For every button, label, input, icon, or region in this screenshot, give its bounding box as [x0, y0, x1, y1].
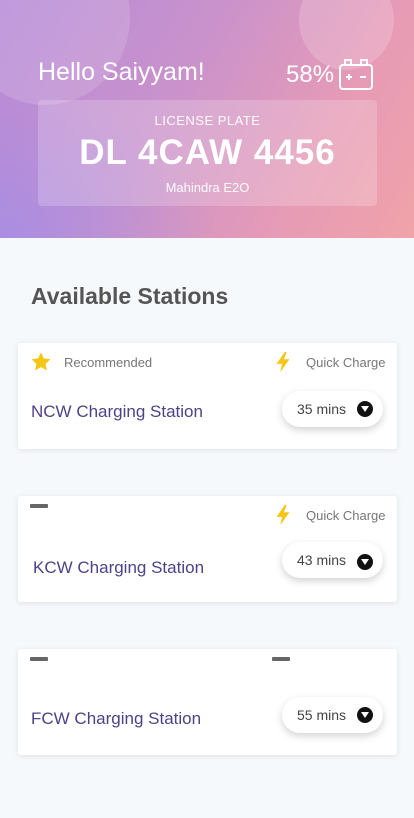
- vehicle-model: Mahindra E2O: [165, 180, 250, 195]
- eta-value: 35 mins: [297, 401, 347, 417]
- car-battery-icon: [339, 59, 374, 90]
- dash-icon: [272, 657, 290, 661]
- quick-charge-tag: Quick Charge: [272, 504, 385, 526]
- dash-icon: [30, 504, 48, 508]
- empty-tag: [30, 504, 48, 508]
- greeting-text: Hello Saiyyam!: [38, 58, 205, 86]
- empty-tag: [272, 657, 290, 661]
- quick-charge-label: Quick Charge: [306, 507, 386, 523]
- lightning-bolt-icon: [276, 351, 290, 373]
- quick-charge-label: Quick Charge: [306, 354, 386, 370]
- dash-icon: [30, 657, 48, 661]
- station-card[interactable]: FCW Charging Station 55 mins: [18, 649, 397, 755]
- license-plate-card: LICENSE PLATE DL 4CAW 4456 Mahindra E2O: [38, 100, 377, 206]
- license-plate-label: LICENSE PLATE: [154, 113, 261, 128]
- eta-dropdown[interactable]: 43 mins: [282, 542, 383, 578]
- quick-charge-tag: Quick Charge: [272, 351, 385, 373]
- header-banner: Hello Saiyyam! 58% LICENSE PLATE DL 4CAW…: [0, 0, 414, 238]
- station-card[interactable]: Recommended Quick Charge NCW Charging St…: [18, 343, 397, 449]
- station-name[interactable]: NCW Charging Station: [31, 402, 203, 422]
- star-icon: [31, 352, 51, 371]
- battery-percentage: 58%: [286, 61, 335, 88]
- eta-value: 43 mins: [297, 552, 347, 568]
- battery-status: 58%: [286, 58, 374, 92]
- eta-dropdown[interactable]: 55 mins: [282, 697, 383, 733]
- station-card[interactable]: Quick Charge KCW Charging Station 43 min…: [18, 496, 397, 602]
- recommended-tag: Recommended: [30, 351, 152, 373]
- chevron-down-icon[interactable]: [357, 554, 373, 570]
- lightning-bolt-icon: [276, 504, 290, 526]
- chevron-down-icon[interactable]: [357, 401, 373, 417]
- station-name[interactable]: KCW Charging Station: [33, 558, 204, 578]
- eta-value: 55 mins: [297, 707, 347, 723]
- section-title: Available Stations: [31, 283, 229, 309]
- license-plate-number: DL 4CAW 4456: [79, 133, 336, 172]
- recommended-label: Recommended: [64, 354, 153, 370]
- empty-tag: [30, 657, 48, 661]
- eta-dropdown[interactable]: 35 mins: [282, 391, 383, 427]
- decorative-circle: [0, 0, 130, 105]
- station-name[interactable]: FCW Charging Station: [31, 709, 201, 729]
- chevron-down-icon[interactable]: [357, 707, 373, 723]
